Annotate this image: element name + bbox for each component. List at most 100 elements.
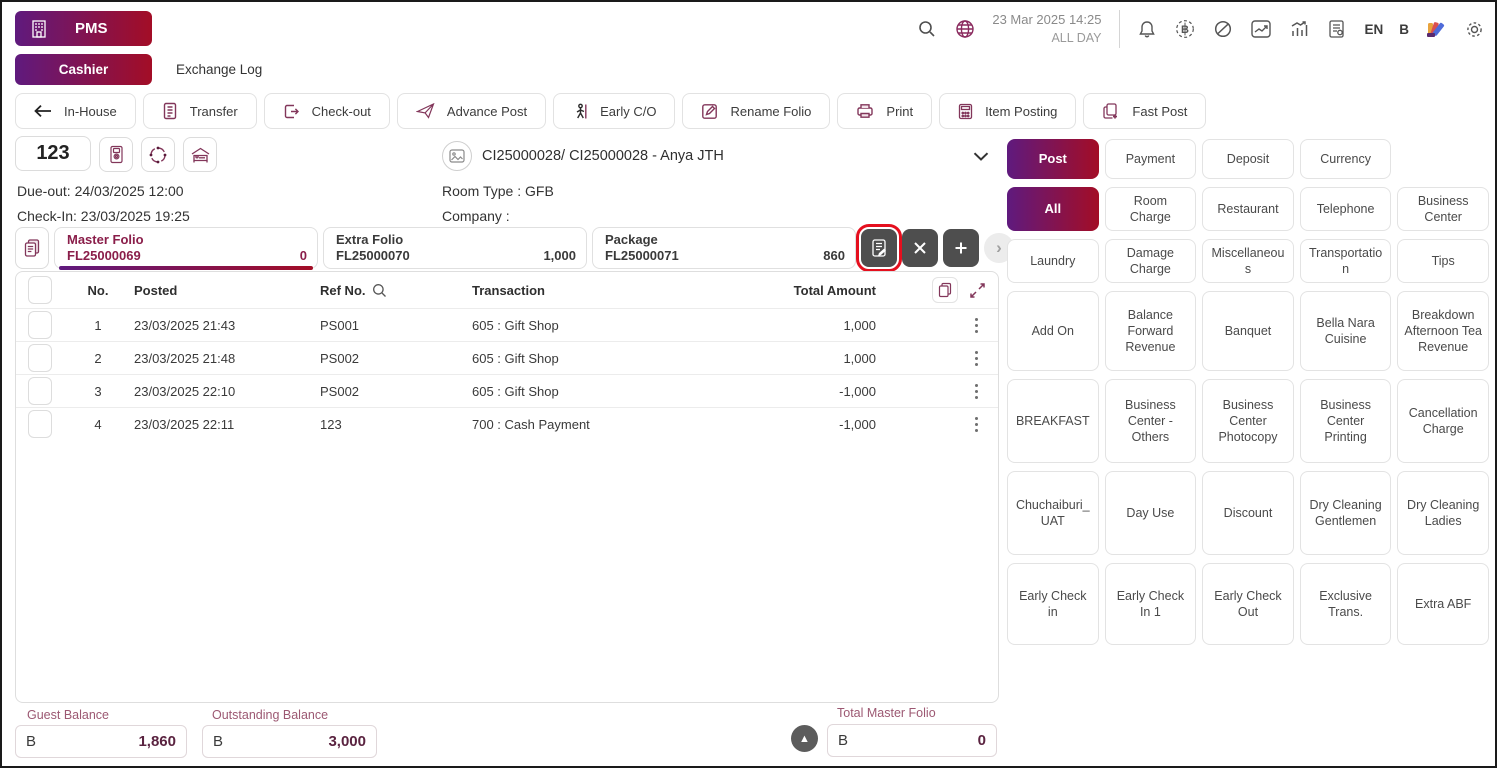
add-folio-button[interactable] [943, 229, 979, 267]
row-checkbox[interactable] [28, 410, 52, 438]
expand-table-button[interactable] [964, 277, 990, 303]
mode-payment-button[interactable]: Payment [1105, 139, 1197, 179]
in-house-back-button[interactable]: In-House [15, 93, 136, 129]
outstanding-balance-box: B 3,000 [202, 725, 377, 758]
post-item-button[interactable]: Exclusive Trans. [1300, 563, 1392, 645]
total-master-folio-box: B 0 [827, 724, 997, 757]
early-co-button[interactable]: Early C/O [553, 93, 675, 129]
post-item-button[interactable]: BREAKFAST [1007, 379, 1099, 463]
post-item-button[interactable]: Add On [1007, 291, 1099, 371]
category-all-button[interactable]: All [1007, 187, 1099, 231]
row-menu-kebab-icon[interactable] [954, 351, 998, 366]
guest-expand-chevron-down-icon[interactable] [968, 143, 994, 169]
theme-palette-icon[interactable] [1425, 18, 1447, 40]
folio-tab-extra[interactable]: Extra Folio FL25000070 1,000 [323, 227, 587, 269]
table-row[interactable]: 1 23/03/2025 21:43 PS001 605 : Gift Shop… [16, 308, 998, 341]
post-item-button[interactable]: Dry Cleaning Gentlemen [1300, 471, 1392, 555]
ref-search-icon[interactable] [372, 283, 387, 298]
registration-card-button[interactable] [99, 137, 133, 172]
post-item-button[interactable]: Day Use [1105, 471, 1197, 555]
category-business-center-button[interactable]: Business Center [1397, 187, 1489, 231]
check-out-icon [283, 103, 300, 120]
folio-tab-master[interactable]: Master Folio FL25000069 0 [54, 227, 318, 269]
settings-gear-icon[interactable] [1463, 18, 1485, 40]
table-row[interactable]: 2 23/03/2025 21:48 PS002 605 : Gift Shop… [16, 341, 998, 374]
post-item-button[interactable]: Miscellaneous [1202, 239, 1294, 283]
globe-icon[interactable] [954, 18, 976, 40]
outstanding-balance-label: Outstanding Balance [212, 708, 328, 722]
post-item-button[interactable]: Early Check in [1007, 563, 1099, 645]
select-all-checkbox[interactable] [28, 276, 52, 304]
building-icon [29, 19, 49, 39]
pms-logo[interactable]: PMS [15, 11, 152, 46]
category-telephone-button[interactable]: Telephone [1300, 187, 1392, 231]
post-item-button[interactable]: Extra ABF [1397, 563, 1489, 645]
fast-post-button[interactable]: Fast Post [1083, 93, 1206, 129]
category-restaurant-button[interactable]: Restaurant [1202, 187, 1294, 231]
post-item-button[interactable]: Dry Cleaning Ladies [1397, 471, 1489, 555]
currency-code-button[interactable]: B [1399, 22, 1409, 37]
search-icon[interactable] [916, 18, 938, 40]
post-item-button[interactable]: Balance Forward Revenue [1105, 291, 1197, 371]
post-item-button[interactable]: Damage Charge [1105, 239, 1197, 283]
tax-invoice-button[interactable] [861, 229, 897, 267]
report-icon[interactable] [1326, 18, 1348, 40]
table-row[interactable]: 4 23/03/2025 22:11 123 700 : Cash Paymen… [16, 407, 998, 440]
line-chart-icon[interactable] [1250, 18, 1272, 40]
post-item-button[interactable]: Transportation [1300, 239, 1392, 283]
cell-amount: -1,000 [754, 384, 954, 399]
row-checkbox[interactable] [28, 344, 52, 372]
post-item-button[interactable]: Business Center Photocopy [1202, 379, 1294, 463]
collapse-up-arrow-button[interactable]: ▲ [791, 725, 818, 752]
row-menu-kebab-icon[interactable] [954, 318, 998, 333]
folio-tab-bar: Master Folio FL25000069 0 Extra Folio FL… [15, 227, 1014, 269]
post-item-button[interactable]: Chuchaiburi_UAT [1007, 471, 1099, 555]
item-posting-button[interactable]: Item Posting [939, 93, 1076, 129]
cell-amount: 1,000 [754, 318, 954, 333]
post-item-button[interactable]: Banquet [1202, 291, 1294, 371]
sync-status-button[interactable] [141, 137, 175, 172]
folio-tab-package[interactable]: Package FL25000071 860 [592, 227, 856, 269]
tab-cashier[interactable]: Cashier [15, 54, 152, 85]
transfer-button[interactable]: Transfer [143, 93, 257, 129]
post-item-button[interactable]: Bella Nara Cuisine [1300, 291, 1392, 371]
close-folio-button[interactable] [902, 229, 938, 267]
post-item-button[interactable]: Early Check Out [1202, 563, 1294, 645]
mode-currency-button[interactable]: Currency [1300, 139, 1392, 179]
check-out-button[interactable]: Check-out [264, 93, 390, 129]
category-room-charge-button[interactable]: Room Charge [1105, 187, 1197, 231]
post-item-button[interactable]: Breakdown Afternoon Tea Revenue [1397, 291, 1489, 371]
post-item-button[interactable]: Discount [1202, 471, 1294, 555]
post-item-button[interactable]: Business Center Printing [1300, 379, 1392, 463]
mode-deposit-button[interactable]: Deposit [1202, 139, 1294, 179]
language-button[interactable]: EN [1364, 22, 1383, 37]
tab-exchange-log[interactable]: Exchange Log [162, 54, 276, 85]
post-item-button[interactable]: Early Check In 1 [1105, 563, 1197, 645]
cell-transaction: 605 : Gift Shop [472, 351, 754, 366]
bar-chart-icon[interactable] [1288, 18, 1310, 40]
guest-avatar[interactable] [442, 141, 472, 171]
post-item-button[interactable]: Business Center - Others [1105, 379, 1197, 463]
post-item-button[interactable]: Cancellation Charge [1397, 379, 1489, 463]
folio-list-button[interactable] [15, 227, 49, 269]
cell-no: 2 [62, 351, 134, 366]
transactions-header-row: No. Posted Ref No. Transaction Total Amo… [16, 272, 998, 308]
room-info-button[interactable] [183, 137, 217, 172]
cell-posted: 23/03/2025 21:43 [134, 318, 320, 333]
copy-rows-button[interactable] [932, 277, 958, 303]
row-menu-kebab-icon[interactable] [954, 384, 998, 399]
mode-post-button[interactable]: Post [1007, 139, 1099, 179]
table-row[interactable]: 3 23/03/2025 22:10 PS002 605 : Gift Shop… [16, 374, 998, 407]
currency-exchange-icon[interactable]: B [1174, 18, 1196, 40]
rename-folio-button[interactable]: Rename Folio [682, 93, 830, 129]
notification-bell-icon[interactable] [1136, 18, 1158, 40]
row-checkbox[interactable] [28, 377, 52, 405]
void-icon[interactable] [1212, 18, 1234, 40]
row-checkbox[interactable] [28, 311, 52, 339]
advance-post-button[interactable]: Advance Post [397, 93, 546, 129]
room-number-box[interactable]: 123 [15, 136, 91, 171]
row-menu-kebab-icon[interactable] [954, 417, 998, 432]
post-item-button[interactable]: Tips [1397, 239, 1489, 283]
post-item-button[interactable]: Laundry [1007, 239, 1099, 283]
print-button[interactable]: Print [837, 93, 932, 129]
